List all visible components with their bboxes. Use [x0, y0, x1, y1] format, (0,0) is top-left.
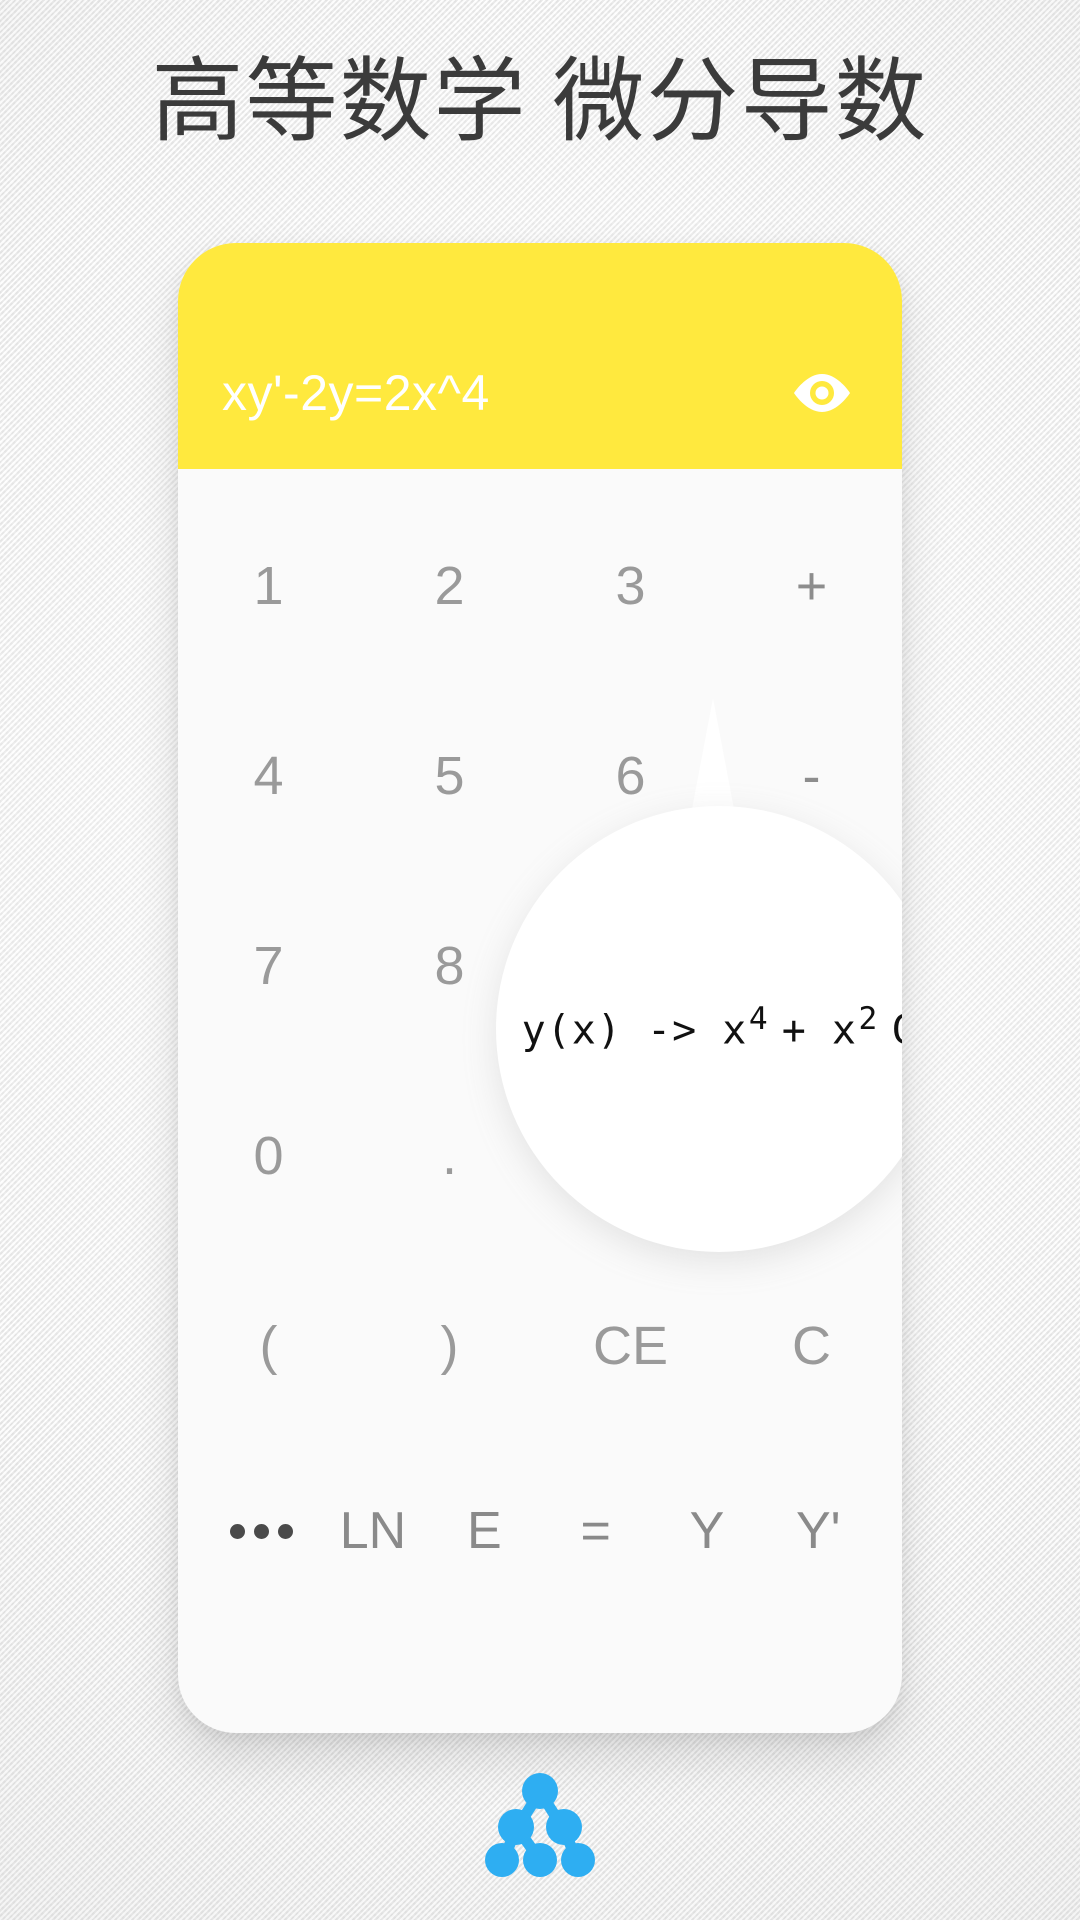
keypad-row: ( ) CE C	[178, 1251, 902, 1441]
key-4[interactable]: 4	[178, 681, 359, 871]
key-equals[interactable]: =	[540, 1441, 651, 1621]
key-paren-open[interactable]: (	[178, 1251, 359, 1441]
result-expression: y(x) -> x4 + x2C	[522, 1001, 902, 1053]
expression-input-bar: xy'-2y=2x^4	[178, 243, 902, 469]
result-middle: + x	[781, 1007, 857, 1054]
more-horizontal-icon	[230, 1523, 294, 1539]
result-prefix: y(x) -> x	[521, 1007, 748, 1054]
result-exponent-2: 2	[858, 1000, 878, 1037]
result-exponent-1: 4	[748, 1000, 768, 1037]
key-2[interactable]: 2	[359, 491, 540, 681]
calculator-app-card: xy'-2y=2x^4 1 2 3 + 4 5 6 - 7 8 9 ×	[178, 243, 902, 1733]
result-suffix: C	[891, 1007, 902, 1053]
brand-logo	[0, 1772, 1080, 1880]
keypad-row: 1 2 3 +	[178, 491, 902, 681]
key-variable-y[interactable]: Y	[651, 1441, 762, 1621]
key-paren-close[interactable]: )	[359, 1251, 540, 1441]
key-y-prime[interactable]: Y'	[763, 1441, 874, 1621]
key-clear-entry[interactable]: CE	[540, 1251, 721, 1441]
key-more-options[interactable]	[206, 1441, 317, 1621]
expression-input[interactable]: xy'-2y=2x^4	[222, 290, 786, 422]
keypad-function-row: LN E = Y Y'	[178, 1441, 902, 1621]
node-tree-logo-icon	[485, 1773, 595, 1877]
page-title: 高等数学 微分导数	[151, 51, 929, 153]
eye-icon[interactable]	[786, 357, 858, 429]
key-7[interactable]: 7	[178, 871, 359, 1061]
key-5[interactable]: 5	[359, 681, 540, 871]
key-3[interactable]: 3	[540, 491, 721, 681]
key-1[interactable]: 1	[178, 491, 359, 681]
key-e[interactable]: E	[429, 1441, 540, 1621]
key-ln[interactable]: LN	[317, 1441, 428, 1621]
key-0[interactable]: 0	[178, 1061, 359, 1251]
key-clear-all[interactable]: C	[721, 1251, 902, 1441]
key-plus[interactable]: +	[721, 491, 902, 681]
